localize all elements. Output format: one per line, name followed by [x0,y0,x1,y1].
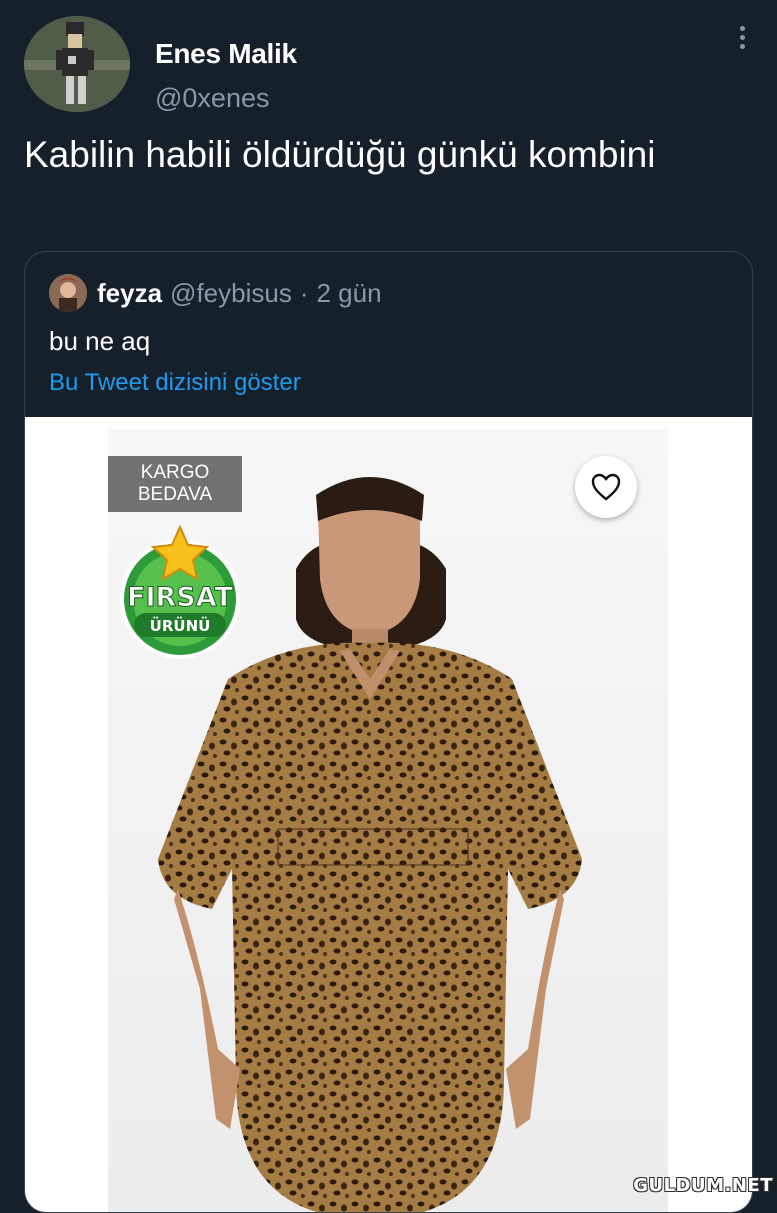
product-photo: KARGO BEDAVA FIRSAT ÜRÜNÜ [108,429,668,1212]
quoted-author-avatar[interactable] [49,274,87,312]
quoted-tweet-media[interactable]: KARGO BEDAVA FIRSAT ÜRÜNÜ [25,417,752,1212]
quoted-tweet[interactable]: feyza @feybisus · 2 gün bu ne aq Bu Twee… [24,251,753,1213]
quoted-author-name[interactable]: feyza [97,278,162,309]
badge-line-2: BEDAVA [137,484,213,505]
more-vertical-icon[interactable] [736,26,748,54]
badge-line-1: KARGO [140,462,210,483]
seal-top-text: FIRSAT [127,582,234,613]
author-avatar[interactable] [24,16,130,112]
tweet-header: Enes Malik @0xenes [24,16,754,116]
seal-bottom-text: ÜRÜNÜ [150,616,211,635]
tweet-text: Kabilin habili öldürdüğü günkü kombini [24,134,656,175]
quoted-tweet-text: bu ne aq [49,326,151,356]
separator-dot: · [299,277,309,308]
free-shipping-badge: KARGO BEDAVA [108,456,242,512]
quoted-tweet-time[interactable]: 2 gün [317,278,382,309]
site-watermark: GULDUM.NET [633,1175,773,1196]
show-thread-link[interactable]: Bu Tweet dizisini göster [49,369,301,397]
heart-icon[interactable] [575,456,637,518]
author-name[interactable]: Enes Malik [155,38,297,70]
quoted-author-handle[interactable]: @feybisus [170,278,292,309]
opportunity-product-seal: FIRSAT ÜRÜNÜ [120,524,240,659]
quoted-tweet-header: feyza @feybisus · 2 gün [49,272,382,314]
author-handle[interactable]: @0xenes [155,83,269,114]
